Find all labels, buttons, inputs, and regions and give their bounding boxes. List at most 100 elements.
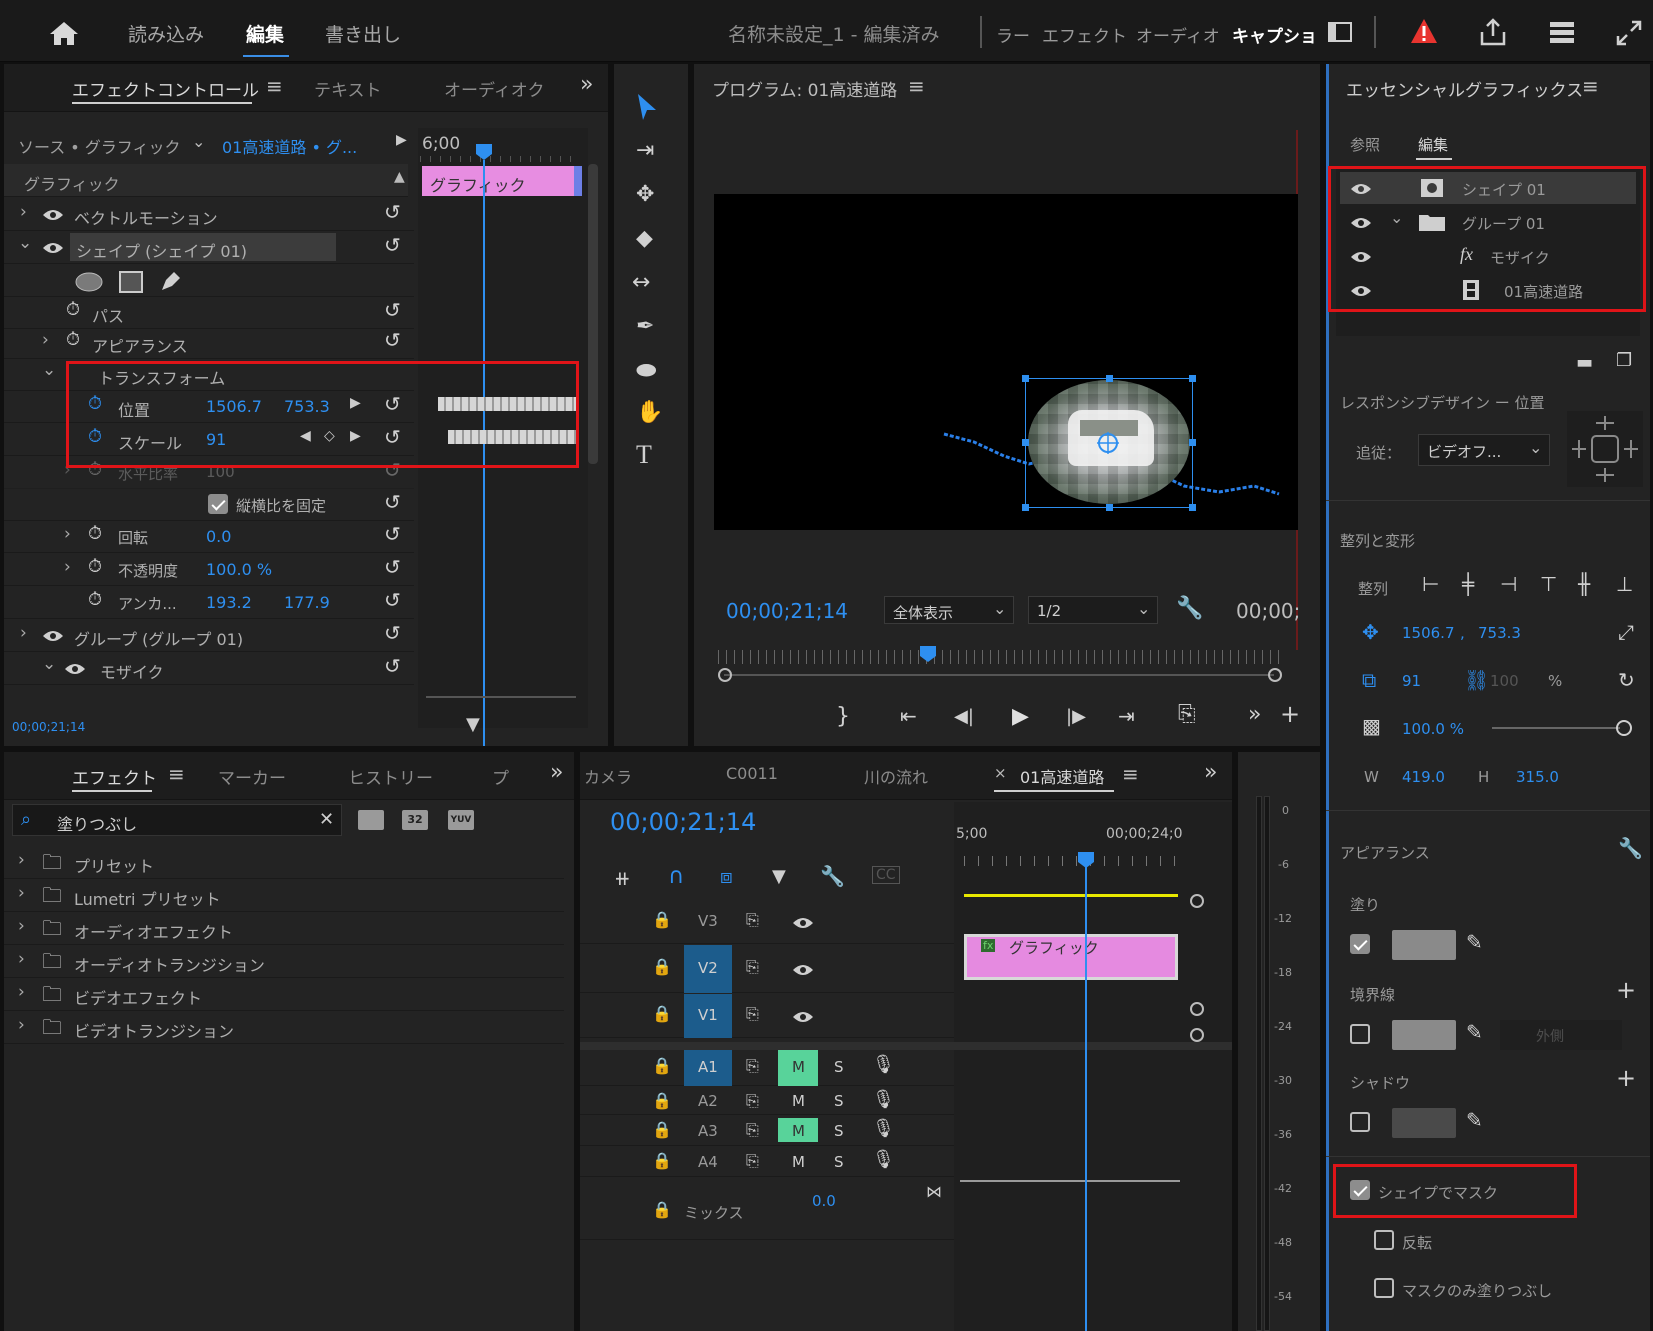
sync-icon[interactable]: ⎘: [746, 910, 759, 930]
bbox-handle[interactable]: [1189, 504, 1196, 511]
video-frame[interactable]: [714, 194, 1298, 530]
stroke-checkbox[interactable]: [1350, 1024, 1370, 1044]
track-scroll-handle[interactable]: [1190, 894, 1204, 908]
filter-icon[interactable]: ▼: [466, 714, 480, 735]
layer-clip[interactable]: 01高速道路: [1340, 274, 1636, 306]
solo-button[interactable]: S: [834, 1122, 844, 1140]
selection-tool-icon[interactable]: [634, 92, 660, 122]
program-zoom-bar[interactable]: [724, 674, 1274, 682]
align-middle-icon[interactable]: ╫: [1578, 572, 1590, 596]
anchor-to-icon[interactable]: ⤢: [1618, 620, 1634, 644]
fill-color-swatch[interactable]: [1392, 930, 1456, 960]
solo-button[interactable]: S: [834, 1092, 844, 1110]
lock-ratio-row[interactable]: 縦横比を固定 ↺: [4, 488, 414, 521]
lock-icon[interactable]: 🔒: [652, 1151, 672, 1170]
scale-row[interactable]: ⏱ スケール 91 ◀ ◇ ▶ ↺: [4, 423, 414, 456]
slip-tool-icon[interactable]: ↔: [632, 270, 650, 295]
bbox-handle[interactable]: [1189, 439, 1196, 446]
add-keyframe-icon[interactable]: ◇: [324, 428, 335, 444]
eye-icon[interactable]: [1350, 182, 1372, 196]
bbox-handle[interactable]: [1189, 375, 1196, 382]
graphic-clip[interactable]: fx グラフィック: [964, 934, 1178, 980]
fullscreen-icon[interactable]: [1616, 20, 1642, 46]
stopwatch-icon[interactable]: ⏱: [66, 299, 80, 320]
sync-icon[interactable]: ⎘: [746, 1004, 759, 1024]
shadow-checkbox[interactable]: [1350, 1112, 1370, 1132]
anchor-row[interactable]: ⏱ アンカ... 193.2 177.9 ↺: [4, 586, 414, 619]
stroke-color-swatch[interactable]: [1392, 1020, 1456, 1050]
mask-with-shape-checkbox[interactable]: [1350, 1180, 1370, 1200]
track-select-icon[interactable]: ⇥: [636, 138, 654, 163]
step-back-icon[interactable]: ◀|: [954, 706, 974, 727]
sync-icon[interactable]: ⎘: [746, 957, 759, 977]
go-to-out-icon[interactable]: ⇥: [1118, 704, 1135, 728]
home-icon[interactable]: [48, 20, 80, 46]
ec-zoom-slider[interactable]: [426, 696, 576, 704]
marker-icon[interactable]: ▼: [772, 866, 786, 887]
bbox-handle[interactable]: [1022, 504, 1029, 511]
folder-video-transitions[interactable]: › 🗀 ビデオトランジション: [4, 1011, 564, 1044]
stopwatch-icon[interactable]: ⏱: [88, 556, 102, 577]
anchor-y-value[interactable]: 177.9: [284, 593, 330, 612]
chevron-right-icon[interactable]: ›: [18, 982, 25, 1002]
nav-export[interactable]: 書き出し: [325, 20, 401, 47]
reset-icon[interactable]: ↺: [384, 298, 401, 322]
tab-edit[interactable]: 編集: [1418, 134, 1448, 155]
position-x-value[interactable]: 1506.7: [206, 397, 262, 416]
scale-value[interactable]: 91: [206, 430, 226, 449]
eye-icon[interactable]: [792, 963, 814, 977]
chevron-right-icon[interactable]: ›: [18, 1015, 25, 1035]
close-tab-icon[interactable]: ×: [994, 764, 1007, 782]
layer-mosaic[interactable]: fx モザイク: [1340, 240, 1636, 272]
av-divider[interactable]: [580, 1042, 1232, 1050]
invert-checkbox[interactable]: [1374, 1230, 1394, 1250]
quick-export-icon[interactable]: [1548, 20, 1576, 44]
eye-icon[interactable]: [792, 1010, 814, 1024]
tab-history[interactable]: ヒストリー: [348, 764, 433, 789]
pen-tool-icon[interactable]: [158, 268, 184, 294]
tab-effect-controls[interactable]: エフェクトコントロール: [72, 76, 259, 101]
add-stroke-icon[interactable]: +: [1616, 976, 1636, 1004]
eyedropper-icon[interactable]: ✎: [1466, 1108, 1483, 1132]
sync-icon[interactable]: ⎘: [746, 1120, 759, 1140]
mark-out-icon[interactable]: }: [836, 704, 850, 729]
link-icon[interactable]: ⛓: [1464, 668, 1489, 692]
wrench-icon[interactable]: 🔧: [820, 864, 845, 888]
chevron-right-icon[interactable]: ›: [18, 949, 25, 969]
reset-icon[interactable]: ↺: [384, 490, 401, 514]
folder-audio-effects[interactable]: › 🗀 オーディオエフェクト: [4, 912, 564, 945]
fill-mask-only-checkbox[interactable]: [1374, 1278, 1394, 1298]
reset-icon[interactable]: ↺: [384, 654, 401, 678]
sync-icon[interactable]: ⎘: [746, 1091, 759, 1111]
group-row[interactable]: › グループ (グループ 01) ↺: [4, 619, 414, 652]
chevron-right-icon[interactable]: ›: [64, 524, 71, 544]
more-tabs-icon[interactable]: »: [580, 72, 593, 97]
stopwatch-icon[interactable]: ⏱: [88, 523, 102, 544]
scale-keyframes[interactable]: [448, 430, 578, 444]
zoom-dropdown[interactable]: 全体表示 ⌄: [884, 596, 1014, 624]
panel-menu-icon[interactable]: ≡: [168, 762, 185, 786]
opacity-row[interactable]: › ⏱ 不透明度 100.0 % ↺: [4, 553, 414, 586]
solo-button[interactable]: S: [834, 1153, 844, 1171]
accelerated-badge[interactable]: [358, 810, 384, 830]
mute-button[interactable]: M: [792, 1092, 805, 1110]
align-center-icon[interactable]: ╪: [1462, 572, 1474, 596]
wrench-icon[interactable]: 🔧: [1176, 596, 1203, 621]
eyedropper-icon[interactable]: ✎: [1466, 930, 1483, 954]
nav-edit[interactable]: 編集: [246, 20, 284, 47]
more-tabs-icon[interactable]: »: [550, 760, 563, 785]
tab-project[interactable]: プ: [492, 764, 509, 789]
chevron-down-icon[interactable]: ⌄: [1390, 208, 1403, 227]
play-icon[interactable]: ▶: [1012, 704, 1029, 729]
track-scroll-handle[interactable]: [1190, 1002, 1204, 1016]
warning-icon[interactable]: [1410, 18, 1438, 44]
align-left-icon[interactable]: ⊢: [1422, 572, 1439, 596]
lock-icon[interactable]: 🔒: [652, 1004, 672, 1023]
bbox-handle[interactable]: [1022, 439, 1029, 446]
bbox-handle[interactable]: [1022, 375, 1029, 382]
reset-icon[interactable]: ↺: [384, 425, 401, 449]
chevron-down-icon[interactable]: ⌄: [18, 233, 32, 253]
solo-button[interactable]: S: [834, 1058, 844, 1076]
eg-scale[interactable]: 91: [1402, 672, 1421, 690]
magnet-icon[interactable]: ∩: [668, 864, 684, 889]
